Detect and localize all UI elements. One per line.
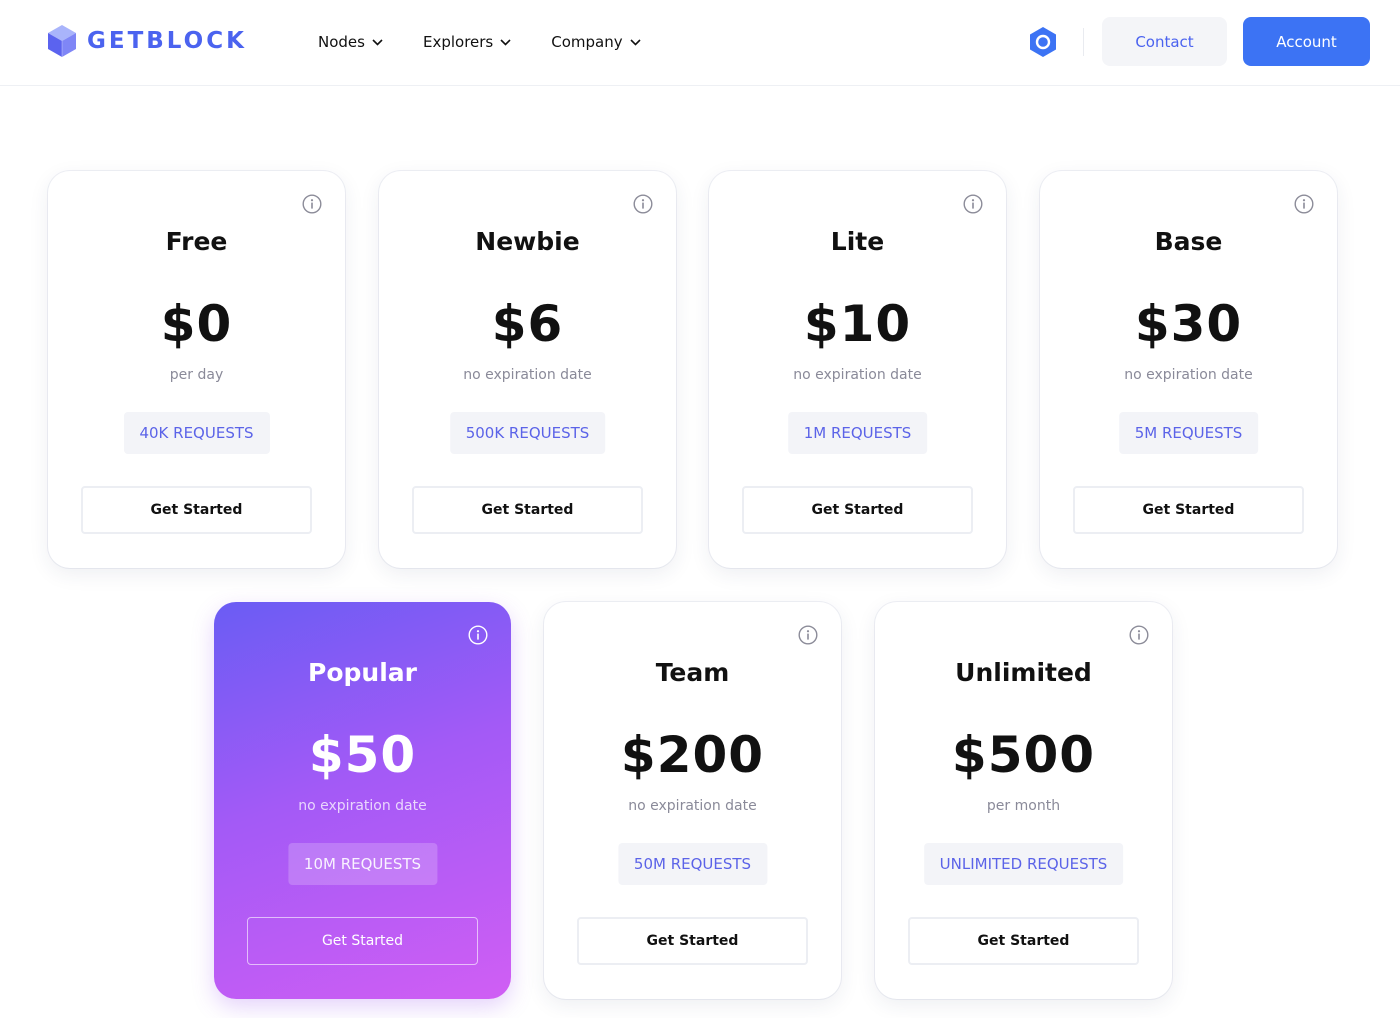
cube-logo-icon — [48, 25, 76, 57]
plan-card-team: Team $200 no expiration date 50M REQUEST… — [544, 602, 841, 999]
plan-period: no expiration date — [298, 798, 427, 814]
plan-period: no expiration date — [1124, 367, 1253, 383]
plan-card-unlimited: Unlimited $500 per month UNLIMITED REQUE… — [875, 602, 1172, 999]
info-icon[interactable] — [1294, 194, 1314, 214]
nav-item-nodes[interactable]: Nodes — [318, 31, 383, 53]
nav-item-label: Nodes — [318, 33, 365, 51]
logo[interactable]: GETBLOCK — [47, 24, 247, 58]
account-button[interactable]: Account — [1243, 17, 1370, 66]
plan-card-popular: Popular $50 no expiration date 10M REQUE… — [214, 602, 511, 999]
get-started-button[interactable]: Get Started — [577, 917, 808, 965]
plan-price: $500 — [951, 726, 1096, 784]
get-started-button[interactable]: Get Started — [247, 917, 478, 965]
plan-period: no expiration date — [793, 367, 922, 383]
get-started-button[interactable]: Get Started — [908, 917, 1139, 965]
requests-badge: 10M REQUESTS — [287, 843, 438, 885]
requests-badge: UNLIMITED REQUESTS — [923, 843, 1124, 885]
plan-name: Unlimited — [955, 658, 1092, 687]
info-icon[interactable] — [963, 194, 983, 214]
info-icon[interactable] — [468, 625, 488, 645]
hexagon-icon[interactable] — [1028, 26, 1058, 58]
main-nav: Nodes Explorers Company — [318, 31, 681, 53]
plan-name: Base — [1154, 227, 1223, 256]
chevron-down-icon — [500, 38, 511, 46]
requests-badge: 5M REQUESTS — [1118, 412, 1259, 454]
nav-item-explorers[interactable]: Explorers — [423, 31, 511, 53]
plan-price: $6 — [491, 295, 564, 353]
plan-card-free: Free $0 per day 40K REQUESTS Get Started — [48, 171, 345, 568]
info-icon[interactable] — [798, 625, 818, 645]
get-started-button[interactable]: Get Started — [81, 486, 312, 534]
info-icon[interactable] — [302, 194, 322, 214]
plan-name: Newbie — [475, 227, 580, 256]
requests-badge: 1M REQUESTS — [787, 412, 928, 454]
plan-name: Lite — [830, 227, 885, 256]
plan-period: no expiration date — [463, 367, 592, 383]
header: GETBLOCK Nodes Explorers Company Contact… — [0, 0, 1400, 86]
requests-badge: 500K REQUESTS — [449, 412, 606, 454]
plan-card-lite: Lite $10 no expiration date 1M REQUESTS … — [709, 171, 1006, 568]
requests-badge: 40K REQUESTS — [123, 412, 270, 454]
plan-name: Team — [655, 658, 730, 687]
nav-item-label: Explorers — [422, 33, 494, 51]
chevron-down-icon — [630, 38, 641, 46]
header-divider — [1083, 28, 1084, 56]
plan-period: no expiration date — [628, 798, 757, 814]
chevron-down-icon — [372, 38, 383, 46]
plan-price: $30 — [1134, 295, 1243, 353]
plan-price: $0 — [160, 295, 233, 353]
plan-period: per day — [169, 367, 224, 383]
info-icon[interactable] — [633, 194, 653, 214]
info-icon[interactable] — [1129, 625, 1149, 645]
get-started-button[interactable]: Get Started — [412, 486, 643, 534]
plan-price: $50 — [308, 726, 417, 784]
plan-name: Popular — [308, 658, 417, 687]
plan-price: $200 — [620, 726, 765, 784]
get-started-button[interactable]: Get Started — [1073, 486, 1304, 534]
plan-period: per month — [986, 798, 1061, 814]
get-started-button[interactable]: Get Started — [742, 486, 973, 534]
contact-button[interactable]: Contact — [1102, 17, 1227, 66]
plan-price: $10 — [803, 295, 912, 353]
requests-badge: 50M REQUESTS — [617, 843, 768, 885]
plan-card-base: Base $30 no expiration date 5M REQUESTS … — [1040, 171, 1337, 568]
nav-item-label: Company — [551, 33, 623, 51]
plan-card-newbie: Newbie $6 no expiration date 500K REQUES… — [379, 171, 676, 568]
plan-name: Free — [165, 227, 228, 256]
brand-name: GETBLOCK — [87, 28, 247, 54]
nav-item-company[interactable]: Company — [551, 31, 641, 53]
